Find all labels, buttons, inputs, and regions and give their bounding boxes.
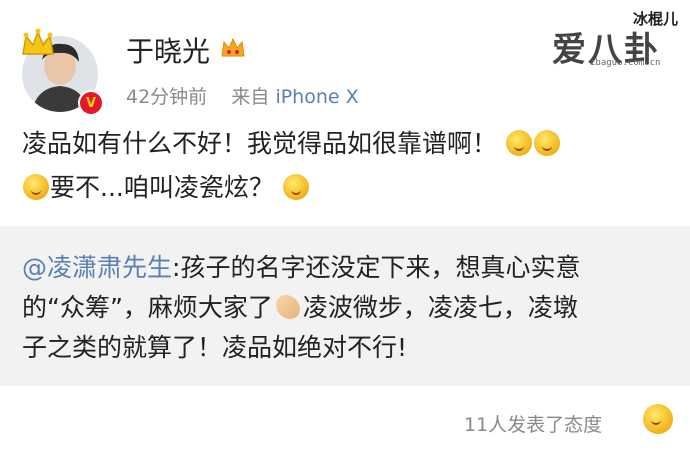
repost-block[interactable]: @凌潇肃先生:孩子的名字还没定下来，想真心实意 的“众筹”，麻烦大家了 凌波微步，… <box>0 226 690 386</box>
grin-emoji-icon <box>282 174 309 200</box>
author-avatar[interactable]: V <box>18 28 104 116</box>
watermark-logo: 冰棍儿 爱八卦 ibaguo.com.cn <box>546 8 686 72</box>
doge-emoji-icon <box>533 130 560 156</box>
mention-link[interactable]: @凌潇肃先生 <box>22 253 172 282</box>
laugh-emoji-icon[interactable] <box>642 404 673 434</box>
repost-text-part: 凌波微步，凌凌七，凌墩 <box>302 293 578 322</box>
post-text-line1: 凌品如有什么不好！我觉得品如很靠谱啊！ <box>22 124 662 164</box>
post-text-line2: 要不...咱叫凌瓷炫？ <box>22 168 662 208</box>
post-text: 要不...咱叫凌瓷炫？ <box>50 173 274 202</box>
vip-crown-icon <box>221 37 245 57</box>
watermark-url: ibaguo.com.cn <box>590 58 661 68</box>
post-text: 凌品如有什么不好！我觉得品如很靠谱啊！ <box>22 129 498 158</box>
repost-text-part: 的“众筹”，麻烦大家了 <box>22 293 273 322</box>
verified-badge: V <box>78 90 104 116</box>
repost-text-part: :孩子的名字还没定下来，想真心实意 <box>172 253 581 282</box>
repost-text-part: 子之类的就算了！凌品如绝对不行! <box>22 333 408 362</box>
post-meta: 42分钟前 来自 iPhone X <box>126 82 359 109</box>
post-source[interactable]: iPhone X <box>275 86 358 108</box>
doge-emoji-icon <box>505 130 532 156</box>
source-prefix: 来自 <box>231 86 270 108</box>
pray-hands-icon <box>275 295 300 319</box>
laugh-emoji-icon <box>643 404 673 434</box>
doge-emoji-icon <box>23 174 49 200</box>
reactions-count[interactable]: 11人发表了态度 <box>464 410 602 437</box>
author-name[interactable]: 于晓光 <box>126 30 210 70</box>
crown-icon <box>22 28 54 55</box>
post-time: 42分钟前 <box>126 86 208 108</box>
repost-text: @凌潇肃先生:孩子的名字还没定下来，想真心实意 的“众筹”，麻烦大家了 凌波微步，… <box>22 248 672 368</box>
